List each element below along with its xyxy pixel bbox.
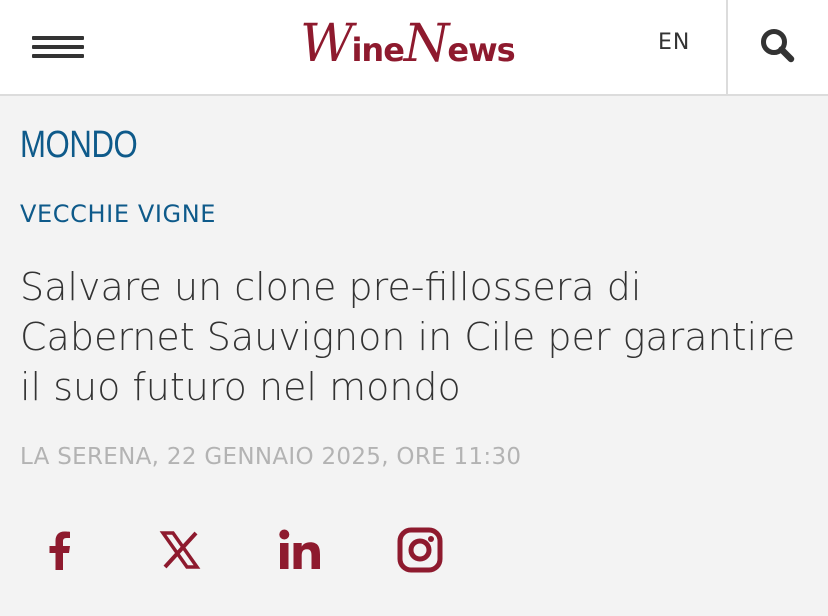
category-label[interactable]: VECCHIE VIGNE: [20, 200, 216, 228]
x-icon: [159, 531, 201, 569]
header-divider: [726, 0, 728, 95]
linkedin-icon: [279, 529, 320, 569]
share-x-button[interactable]: [156, 526, 204, 574]
language-switch[interactable]: EN: [658, 30, 690, 55]
share-facebook-button[interactable]: [36, 526, 84, 574]
article-title: Salvare un clone pre-fillossera di Caber…: [20, 265, 796, 409]
site-header: WineNews EN: [0, 0, 828, 96]
logo-letter-w: W: [300, 14, 353, 74]
facebook-icon: [49, 531, 70, 570]
search-icon: [761, 29, 795, 63]
menu-button[interactable]: [32, 36, 84, 58]
share-instagram-button[interactable]: [396, 526, 444, 574]
share-linkedin-button[interactable]: [276, 526, 324, 574]
hamburger-icon-line: [32, 45, 84, 49]
hamburger-icon-line: [32, 36, 84, 40]
logo-text-ine: ine: [351, 31, 404, 69]
hamburger-icon-line: [32, 54, 84, 58]
section-label[interactable]: MONDO: [20, 124, 138, 167]
logo-letter-n: N: [403, 14, 449, 74]
logo-text-ews: ews: [447, 31, 515, 69]
instagram-icon: [397, 527, 443, 573]
article-dateline: LA SERENA, 22 GENNAIO 2025, ORE 11:30: [20, 444, 522, 470]
search-button[interactable]: [758, 26, 798, 66]
winenews-logo[interactable]: WineNews: [300, 14, 516, 76]
